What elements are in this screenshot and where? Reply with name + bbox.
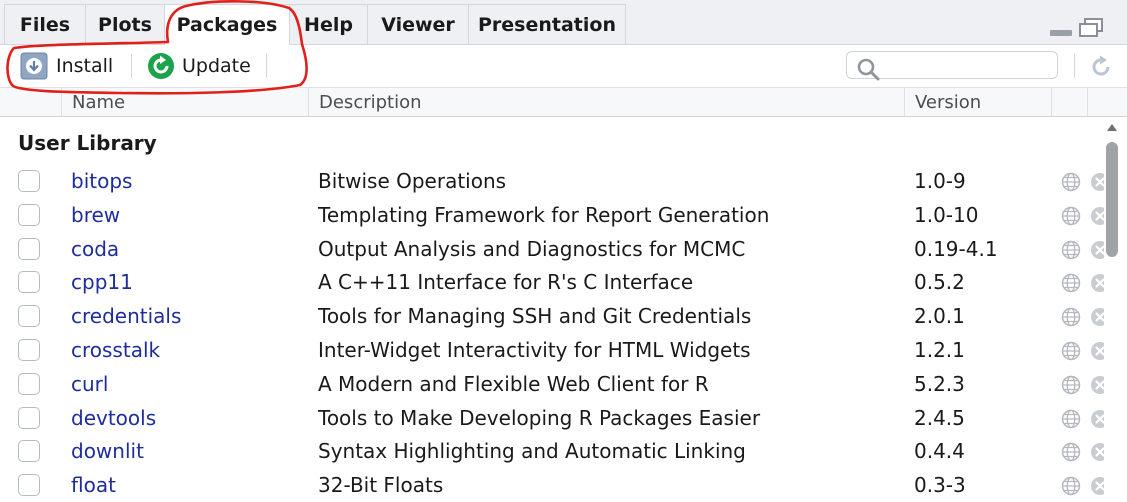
package-version: 1.2.1: [914, 338, 965, 362]
tab-help[interactable]: Help: [289, 4, 368, 44]
toolbar-divider: [266, 54, 267, 78]
maximize-pane-icon[interactable]: [1078, 18, 1104, 38]
header-description[interactable]: Description: [308, 88, 904, 116]
install-label: Install: [56, 55, 114, 77]
package-description: Tools to Make Developing R Packages Easi…: [318, 405, 761, 430]
package-version: 0.5.2: [914, 270, 965, 295]
globe-icon[interactable]: [1061, 341, 1081, 361]
update-label: Update: [182, 55, 251, 77]
package-name-link[interactable]: bitops: [71, 164, 132, 198]
globe-icon[interactable]: [1061, 307, 1081, 327]
package-description: Tools for Managing SSH and Git Credentia…: [318, 304, 752, 329]
globe-icon[interactable]: [1061, 409, 1081, 429]
update-icon: [148, 53, 174, 79]
package-checkbox[interactable]: [18, 406, 40, 429]
package-checkbox[interactable]: [18, 203, 40, 226]
toolbar-divider: [131, 54, 132, 78]
header-select-column: [0, 88, 61, 116]
globe-icon[interactable]: [1061, 240, 1081, 260]
refresh-icon[interactable]: [1087, 53, 1115, 81]
tab-files[interactable]: Files: [4, 4, 86, 44]
package-name-link[interactable]: credentials: [71, 299, 181, 333]
package-description: Inter-Widget Interactivity for HTML Widg…: [318, 338, 751, 362]
package-version: 2.4.5: [914, 405, 965, 430]
package-name-link[interactable]: devtools: [71, 401, 156, 435]
package-row: cpp11 A C++11 Interface for R's C Interfa…: [0, 265, 1109, 299]
package-row: float 32-Bit Floats 0.3-3: [0, 468, 1109, 502]
package-name-link[interactable]: coda: [71, 232, 119, 266]
package-checkbox[interactable]: [18, 170, 40, 192]
header-name[interactable]: Name: [61, 88, 308, 116]
tab-packages[interactable]: Packages: [164, 4, 290, 45]
tab-plots[interactable]: Plots: [85, 4, 165, 44]
package-version: 0.4.4: [914, 439, 965, 464]
package-version: 1.0-10: [914, 202, 979, 227]
tab-presentation[interactable]: Presentation: [468, 4, 626, 44]
library-section-title: User Library: [18, 131, 157, 155]
package-description: Templating Framework for Report Generati…: [318, 202, 770, 227]
package-row: coda Output Analysis and Diagnostics for …: [0, 232, 1109, 266]
package-row: devtools Tools to Make Developing R Packa…: [0, 401, 1109, 435]
scrollbar-thumb[interactable]: [1106, 142, 1118, 257]
package-version: 1.0-9: [914, 169, 966, 193]
pane-tab-bar: Files Plots Packages Help Viewer Present…: [0, 0, 1127, 45]
update-button[interactable]: Update: [147, 51, 251, 81]
globe-icon[interactable]: [1061, 375, 1081, 395]
package-checkbox[interactable]: [18, 474, 40, 497]
package-name-link[interactable]: crosstalk: [71, 333, 160, 367]
scroll-up-arrow-icon[interactable]: [1105, 121, 1119, 133]
globe-icon[interactable]: [1061, 273, 1081, 293]
header-version[interactable]: Version: [904, 88, 1051, 116]
header-actions-column: [1087, 88, 1127, 116]
package-row: curl A Modern and Flexible Web Client for…: [0, 367, 1109, 401]
package-checkbox[interactable]: [18, 305, 40, 328]
package-description: A Modern and Flexible Web Client for R: [318, 371, 709, 396]
globe-icon[interactable]: [1061, 442, 1081, 462]
package-version: 2.0.1: [914, 304, 965, 329]
package-checkbox[interactable]: [18, 440, 40, 463]
package-row: bitops Bitwise Operations 1.0-9: [0, 164, 1109, 198]
package-table-header: Name Description Version: [0, 88, 1127, 117]
toolbar-divider: [1074, 54, 1075, 78]
install-icon: [20, 52, 48, 80]
package-name-link[interactable]: curl: [71, 367, 108, 401]
install-button[interactable]: Install: [20, 51, 113, 81]
minimize-pane-icon[interactable]: [1050, 30, 1072, 36]
package-description: Bitwise Operations: [318, 169, 507, 193]
globe-icon[interactable]: [1061, 172, 1081, 192]
package-checkbox[interactable]: [18, 271, 40, 294]
package-row: crosstalk Inter-Widget Interactivity for …: [0, 333, 1109, 367]
packages-toolbar: Install Update: [0, 45, 1127, 88]
package-version: 5.2.3: [914, 371, 965, 396]
package-row: downlit Syntax Highlighting and Automatic…: [0, 434, 1109, 468]
package-name-link[interactable]: float: [71, 468, 116, 502]
globe-icon[interactable]: [1061, 206, 1081, 226]
package-name-link[interactable]: brew: [71, 198, 120, 232]
package-description: A C++11 Interface for R's C Interface: [318, 270, 694, 295]
package-row: credentials Tools for Managing SSH and Gi…: [0, 299, 1109, 333]
package-checkbox[interactable]: [18, 339, 40, 361]
package-description: Syntax Highlighting and Automatic Linkin…: [318, 439, 746, 464]
tab-viewer[interactable]: Viewer: [367, 4, 469, 44]
package-checkbox[interactable]: [18, 237, 40, 260]
package-row: brew Templating Framework for Report Gene…: [0, 198, 1109, 232]
package-version: 0.3-3: [914, 473, 966, 498]
search-icon: [857, 58, 880, 81]
package-description: Output Analysis and Diagnostics for MCMC: [318, 236, 746, 261]
package-name-link[interactable]: downlit: [71, 434, 144, 468]
header-actions-column: [1051, 88, 1087, 116]
package-checkbox[interactable]: [18, 372, 40, 395]
globe-icon[interactable]: [1061, 476, 1081, 496]
package-name-link[interactable]: cpp11: [71, 265, 133, 299]
package-description: 32-Bit Floats: [318, 473, 444, 498]
package-version: 0.19-4.1: [914, 236, 998, 261]
